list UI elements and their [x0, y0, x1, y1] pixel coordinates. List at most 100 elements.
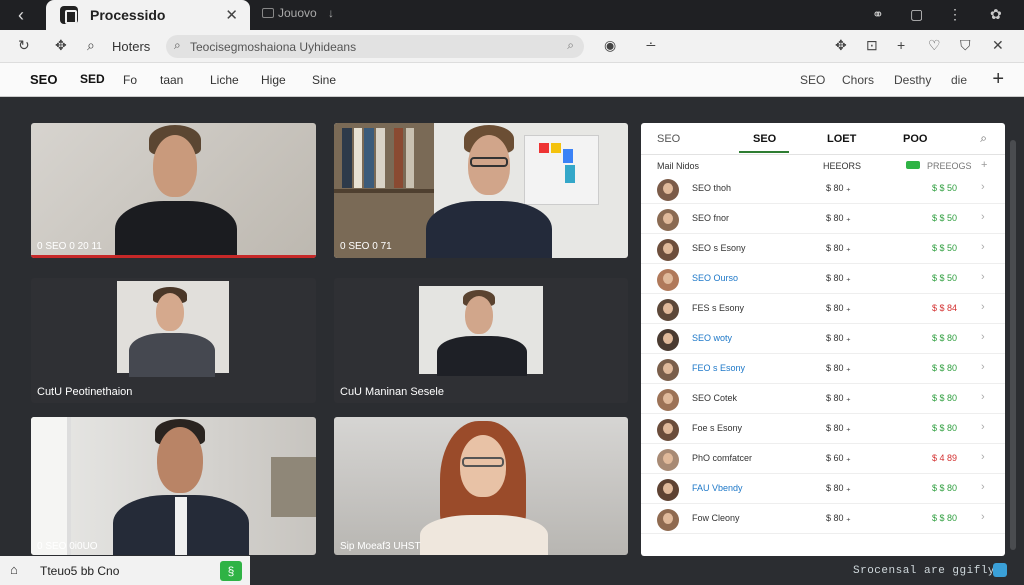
header-add-icon[interactable]: + — [981, 159, 987, 171]
chevron-right-icon[interactable]: › — [981, 211, 985, 223]
header-col2: PREEOGS — [927, 161, 972, 171]
menu-item-seo[interactable]: SEO — [30, 72, 57, 87]
panel-divider — [641, 154, 1005, 155]
link-icon[interactable]: ⚭ — [872, 6, 884, 23]
chevron-right-icon[interactable]: › — [981, 421, 985, 433]
menu-right-chors[interactable]: Chors — [842, 73, 874, 87]
row-name: PhO comfatcer — [692, 453, 753, 463]
chevron-right-icon[interactable]: › — [981, 301, 985, 313]
row-name: SEO woty — [692, 333, 733, 343]
plus-icon[interactable]: + — [897, 37, 905, 53]
table-row[interactable]: SEO fnor $ 80 ₊ $ $ 50 › — [641, 204, 1005, 234]
chevron-right-icon[interactable]: › — [981, 391, 985, 403]
tab-active[interactable]: Processido ✕ — [46, 0, 250, 30]
window-icon[interactable]: ▢ — [910, 6, 923, 23]
row-value-2: $ $ 50 — [932, 183, 958, 193]
video-tile-4[interactable]: CuU Maninan Sesele — [334, 278, 628, 403]
table-row[interactable]: FES s Esony $ 80 ₊ $ $ 84 › — [641, 294, 1005, 324]
divider-icon: ∸ — [645, 37, 657, 53]
menu-item-sine[interactable]: Sine — [312, 73, 336, 87]
scrollbar[interactable] — [1010, 140, 1016, 550]
tile-caption: 0 SEO 0 71 — [340, 241, 392, 252]
video-tile-3[interactable]: CutU Peotinethaion — [31, 278, 316, 403]
row-value-1: $ 80 ₊ — [826, 273, 851, 283]
avatar — [657, 479, 679, 501]
table-row[interactable]: FAU Vbendy $ 80 ₊ $ $ 80 › — [641, 474, 1005, 504]
table-row[interactable]: SEO thoh $ 80 ₊ $ $ 50 › — [641, 174, 1005, 204]
menu-item-liche[interactable]: Liche — [210, 73, 239, 87]
chat-icon[interactable]: ♡ — [928, 37, 941, 54]
close-tab-icon[interactable]: ✕ — [225, 6, 238, 24]
table-row[interactable]: SEO Ourso $ 80 ₊ $ $ 50 › — [641, 264, 1005, 294]
table-row[interactable]: SEO Cotek $ 80 ₊ $ $ 80 › — [641, 384, 1005, 414]
participant-video — [111, 417, 251, 555]
chevron-right-icon[interactable]: › — [981, 511, 985, 523]
crosshair-icon[interactable]: ✥ — [835, 37, 847, 54]
video-tile-1[interactable]: 0 SEO 0 20 11 — [31, 123, 316, 258]
row-value-2: $ $ 50 — [932, 243, 958, 253]
menu-item-sed[interactable]: SED — [80, 72, 105, 86]
row-value-2: $ $ 80 — [932, 513, 958, 523]
tile-caption: 0 SEO 0i0UO — [37, 541, 98, 552]
row-value-1: $ 80 ₊ — [826, 213, 851, 223]
menu-right-seo[interactable]: SEO — [800, 73, 825, 87]
row-value-2: $ $ 80 — [932, 483, 958, 493]
move-icon[interactable]: ✥ — [55, 37, 67, 54]
chevron-right-icon[interactable]: › — [981, 481, 985, 493]
panel-tab-2[interactable]: SEO — [753, 133, 776, 145]
panel-tab-4[interactable]: POO — [903, 133, 927, 145]
row-name: SEO fnor — [692, 213, 730, 223]
reload-icon[interactable]: ↻ — [18, 37, 30, 54]
row-name: SEO thoh — [692, 183, 732, 193]
panel-tab-1[interactable]: SEO — [657, 133, 680, 145]
chevron-right-icon[interactable]: › — [981, 241, 985, 253]
video-tile-6[interactable]: Sip Moeaf3 UHST — [334, 417, 628, 555]
row-value-1: $ 80 ₊ — [826, 303, 851, 313]
panel-tab-3[interactable]: LOET — [827, 133, 856, 145]
row-value-2: $ $ 80 — [932, 333, 958, 343]
table-row[interactable]: Foe s Esony $ 80 ₊ $ $ 80 › — [641, 414, 1005, 444]
menu-item-taan[interactable]: taan — [160, 73, 183, 87]
close-icon[interactable]: ✕ — [992, 37, 1004, 54]
status-action-button[interactable]: § — [220, 561, 242, 581]
row-value-1: $ 80 ₊ — [826, 333, 851, 343]
status-badge — [906, 161, 920, 169]
menu-bar: SEO SED Fo taan Liche Hige Sine SEO Chor… — [0, 63, 1024, 97]
table-row[interactable]: SEO s Esony $ 80 ₊ $ $ 50 › — [641, 234, 1005, 264]
table-row[interactable]: SEO woty $ 80 ₊ $ $ 80 › — [641, 324, 1005, 354]
more-icon[interactable]: ⋮ — [948, 6, 962, 23]
chevron-right-icon[interactable]: › — [981, 331, 985, 343]
add-icon[interactable]: + — [992, 68, 1004, 91]
tab2-label: Jouovo — [278, 6, 317, 20]
menu-right-desthy[interactable]: Desthy — [894, 73, 931, 87]
panel-search-icon[interactable]: ⌕ — [980, 131, 987, 146]
avatar — [657, 299, 679, 321]
row-name: SEO s Esony — [692, 243, 746, 253]
eye-icon[interactable]: ◉ — [604, 37, 616, 54]
row-value-2: $ $ 50 — [932, 213, 958, 223]
settings-icon[interactable]: ✿ — [990, 6, 1002, 23]
search-icon[interactable]: ⌕ — [87, 37, 95, 54]
chevron-right-icon[interactable]: › — [981, 271, 985, 283]
tab-inactive[interactable]: Jouovo ↓ — [262, 6, 334, 20]
video-tile-5[interactable]: 0 SEO 0i0UO — [31, 417, 316, 555]
square-icon[interactable]: ⊡ — [866, 37, 878, 54]
video-tile-2[interactable]: 0 SEO 0 71 — [334, 123, 628, 258]
home-icon[interactable]: ⌂ — [10, 562, 18, 577]
table-row[interactable]: FEO s Esony $ 80 ₊ $ $ 80 › — [641, 354, 1005, 384]
menu-item-hige[interactable]: Hige — [261, 73, 286, 87]
menu-right-die[interactable]: die — [951, 73, 967, 87]
menu-item-fo[interactable]: Fo — [123, 73, 137, 87]
url-input[interactable]: ⌕ Teocisegmoshaiona Uyhideans ⌕ — [166, 35, 584, 58]
url-search-right-icon[interactable]: ⌕ — [567, 38, 574, 53]
shield-icon[interactable]: ⛉ — [960, 37, 971, 54]
back-icon[interactable]: ‹ — [10, 5, 32, 27]
chevron-right-icon[interactable]: › — [981, 361, 985, 373]
row-value-1: $ 80 ₊ — [826, 513, 851, 523]
row-name: Fow Cleony — [692, 513, 740, 523]
chevron-right-icon[interactable]: › — [981, 181, 985, 193]
corner-icon[interactable] — [993, 563, 1007, 577]
chevron-right-icon[interactable]: › — [981, 451, 985, 463]
table-row[interactable]: PhO comfatcer $ 60 ₊ $ 4 89 › — [641, 444, 1005, 474]
table-row[interactable]: Fow Cleony $ 80 ₊ $ $ 80 › — [641, 504, 1005, 534]
